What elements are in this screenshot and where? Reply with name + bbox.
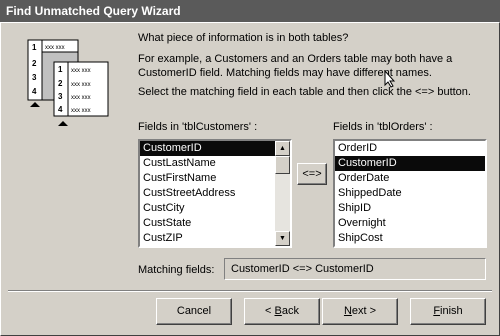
- illus-left-row-2: 2: [32, 59, 37, 68]
- next-button[interactable]: Next >: [322, 298, 398, 325]
- right-list-item[interactable]: ShippedDate: [335, 186, 485, 201]
- scroll-down-icon[interactable]: ▼: [275, 231, 290, 246]
- mouse-cursor-icon: [384, 70, 396, 88]
- left-list-item[interactable]: CustStreetAddress: [140, 186, 290, 201]
- left-list-scrollbar[interactable]: ▲ ▼: [275, 141, 290, 246]
- illus-right-row-2: 2: [58, 79, 63, 88]
- right-list-item[interactable]: OrderDate: [335, 171, 485, 186]
- separator: [8, 290, 492, 292]
- left-list-item[interactable]: CustFirstName: [140, 171, 290, 186]
- right-fields-listbox[interactable]: OrderID CustomerID OrderDate ShippedDate Shi…: [333, 139, 487, 248]
- scroll-thumb[interactable]: [275, 156, 290, 174]
- left-list-item[interactable]: CustCity: [140, 201, 290, 216]
- left-list-item[interactable]: CustPhone: [140, 246, 290, 248]
- illus-right-row-4: 4: [58, 105, 63, 114]
- illus-right-row-3: 3: [58, 92, 63, 101]
- title-bar: Find Unmatched Query Wizard: [0, 0, 500, 22]
- select-instruction: Select the matching field in each table …: [138, 86, 471, 98]
- illus-left-row-4: 4: [32, 87, 37, 96]
- question-text: What piece of information is in both tab…: [138, 32, 349, 44]
- illus-right-cell-1: xxx xxx: [71, 68, 91, 74]
- tables-illustration-icon: 1 2 3 4 xxx xxx 1 2 3 4 xxx xxx xxx xxx …: [27, 39, 109, 126]
- left-list-label: Fields in 'tblCustomers' :: [138, 121, 258, 133]
- illus-left-row-1: 1: [32, 43, 37, 52]
- left-fields-listbox[interactable]: CustomerID CustLastName CustFirstName CustS…: [138, 139, 292, 248]
- back-button[interactable]: < Back: [244, 298, 320, 325]
- illus-left-row-3: 3: [32, 73, 37, 82]
- cancel-button[interactable]: Cancel: [156, 298, 232, 325]
- left-list-item[interactable]: CustZIP: [140, 231, 290, 246]
- right-list-item[interactable]: CustomerID: [335, 156, 485, 171]
- example-text: For example, a Customers and an Orders t…: [138, 53, 453, 79]
- matching-fields-label: Matching fields:: [138, 264, 215, 276]
- illus-right-cell-4: xxx xxx: [71, 108, 91, 114]
- illus-left-cell: xxx xxx: [45, 45, 65, 51]
- scroll-up-icon[interactable]: ▲: [275, 141, 290, 156]
- illus-right-cell-2: xxx xxx: [71, 82, 91, 88]
- matching-fields-value: CustomerID <=> CustomerID: [224, 258, 486, 280]
- illus-right-row-1: 1: [58, 65, 63, 74]
- illus-right-cell-3: xxx xxx: [71, 95, 91, 101]
- right-list-item[interactable]: Overnight: [335, 216, 485, 231]
- right-list-item[interactable]: OrderID: [335, 141, 485, 156]
- right-list-item[interactable]: ShipCost: [335, 231, 485, 246]
- right-list-label: Fields in 'tblOrders' :: [333, 121, 433, 133]
- match-fields-button[interactable]: <=>: [297, 163, 327, 185]
- left-list-item[interactable]: CustState: [140, 216, 290, 231]
- window-title: Find Unmatched Query Wizard: [6, 4, 181, 18]
- left-list-item[interactable]: CustLastName: [140, 156, 290, 171]
- right-list-item[interactable]: ShipID: [335, 201, 485, 216]
- finish-button[interactable]: Finish: [410, 298, 486, 325]
- left-list-item[interactable]: CustomerID: [140, 141, 290, 156]
